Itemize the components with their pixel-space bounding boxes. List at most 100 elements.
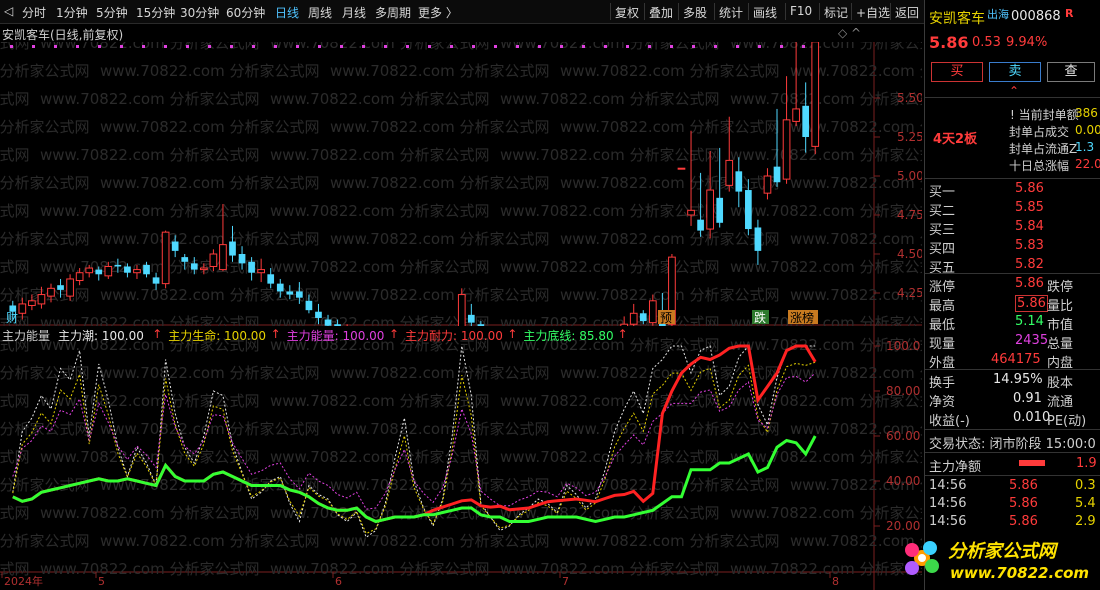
toolbar-tab-7[interactable]: 周线 bbox=[308, 4, 332, 21]
tick-price: 5.86 bbox=[1009, 496, 1038, 511]
background-watermark: www.70822.com 分析家公式网 bbox=[0, 392, 30, 410]
toolbar-button-5[interactable]: F10 bbox=[790, 4, 812, 18]
tick-time: 14:56 bbox=[929, 514, 967, 529]
background-watermark: www.70822.com 分析家公式网 bbox=[40, 314, 260, 326]
signal-dot bbox=[802, 45, 805, 48]
background-watermark: www.70822.com 分析家公式网 bbox=[560, 230, 780, 248]
toolbar-button-8[interactable]: 返回 bbox=[895, 4, 919, 21]
toolbar-button-6[interactable]: 标记 bbox=[824, 4, 848, 21]
bid-level-label: 买二 bbox=[929, 204, 956, 219]
up-arrow-icon: ↑ bbox=[389, 327, 400, 341]
price-axis-label: 5.25 bbox=[897, 130, 922, 144]
signal-dot bbox=[340, 45, 343, 48]
toolbar-tab-2[interactable]: 5分钟 bbox=[96, 4, 128, 21]
candle-body bbox=[267, 274, 275, 284]
toolbar-tab-0[interactable]: 分时 bbox=[22, 4, 46, 21]
date-axis-label: 2024年 bbox=[4, 574, 43, 588]
background-watermark: www.70822.com 分析家公式网 bbox=[270, 202, 490, 220]
indicator-chart[interactable]: www.70822.com 分析家公式网 www.70822.com 分析家公式网… bbox=[0, 326, 922, 590]
tick-price: 5.86 bbox=[1009, 514, 1038, 529]
signal-dot bbox=[76, 45, 79, 48]
signal-dot bbox=[54, 45, 57, 48]
background-watermark: www.70822.com 分析家公式网 bbox=[500, 42, 720, 52]
background-watermark: www.70822.com 分析家公式网 bbox=[560, 532, 780, 550]
tick-volume: 5.4 bbox=[1075, 496, 1096, 511]
background-watermark: www.70822.com 分析家公式网 bbox=[0, 420, 90, 438]
price-change: 0.53 bbox=[972, 35, 1001, 50]
up-arrow-icon: ↑ bbox=[270, 327, 281, 341]
view-button[interactable]: 查 bbox=[1047, 62, 1095, 82]
toolbar-tab-4[interactable]: 30分钟 bbox=[180, 4, 219, 21]
candlestick-chart[interactable]: www.70822.com 分析家公式网 www.70822.com 分析家公式网… bbox=[0, 42, 922, 326]
stat-value: 5.86 bbox=[1015, 276, 1044, 291]
main-flow-value: 1.9 bbox=[1076, 456, 1097, 471]
background-watermark: www.70822.com 分析家公式网 bbox=[100, 364, 320, 382]
candle-body bbox=[37, 294, 46, 305]
tick-time: 14:56 bbox=[929, 478, 967, 493]
buy-button[interactable]: 买 bbox=[931, 62, 983, 82]
signal-dot bbox=[516, 45, 519, 48]
background-watermark: www.70822.com 分析家公式网 bbox=[0, 118, 90, 136]
toolbar-tab-1[interactable]: 1分钟 bbox=[56, 4, 88, 21]
background-watermark: www.70822.com 分析家公式网 bbox=[730, 146, 922, 164]
toolbar-tab-3[interactable]: 15分钟 bbox=[136, 4, 175, 21]
toolbar-button-2[interactable]: 多股 bbox=[683, 4, 707, 21]
background-watermark: www.70822.com 分析家公式网 bbox=[730, 90, 922, 108]
candle-body bbox=[199, 267, 208, 271]
seal-info-label: 封单占成交 bbox=[1009, 125, 1070, 139]
background-watermark: www.70822.com 分析家公式网 bbox=[560, 118, 780, 136]
background-watermark: www.70822.com 分析家公式网 bbox=[0, 532, 90, 550]
toolbar-tab-5[interactable]: 60分钟 bbox=[226, 4, 265, 21]
background-watermark: www.70822.com 分析家公式网 bbox=[330, 230, 550, 248]
board-count: 4天2板 bbox=[933, 132, 978, 147]
indicator-axis-label: 100.0 bbox=[886, 339, 920, 353]
signal-dot bbox=[626, 45, 629, 48]
toolbar-button-3[interactable]: 统计 bbox=[719, 4, 743, 21]
indicator-value-3: 主力耐力: 100.00 bbox=[405, 329, 503, 343]
background-watermark: www.70822.com 分析家公式网 bbox=[100, 62, 320, 80]
candle-body bbox=[133, 269, 141, 274]
toolbar-tab-6[interactable]: 日线 bbox=[275, 4, 299, 21]
candle-body bbox=[57, 285, 64, 290]
stat-label: 现量 bbox=[929, 337, 956, 352]
indicator-title: 主力能量 bbox=[2, 329, 51, 343]
candle-body bbox=[209, 253, 218, 267]
toolbar-tab-10[interactable]: 更多 〉 bbox=[418, 4, 458, 21]
toolbar-tab-9[interactable]: 多周期 bbox=[375, 4, 411, 21]
chart-title: 安凯客车(日线,前复权) bbox=[2, 28, 124, 42]
background-watermark: www.70822.com 分析家公式网 bbox=[790, 230, 922, 248]
background-watermark: www.70822.com 分析家公式网 bbox=[0, 90, 30, 108]
signal-dot bbox=[98, 45, 101, 48]
tick-volume: 0.3 bbox=[1075, 478, 1096, 493]
background-watermark: www.70822.com 分析家公式网 bbox=[40, 448, 260, 466]
candle-body bbox=[238, 254, 246, 264]
chart-corner-icons[interactable]: ◇ ^ bbox=[838, 26, 861, 40]
toolbar-button-1[interactable]: 叠加 bbox=[649, 4, 673, 21]
background-watermark: www.70822.com 分析家公式网 bbox=[270, 258, 490, 276]
tick-time: 14:56 bbox=[929, 496, 967, 511]
candle-body bbox=[75, 272, 84, 282]
signal-dot bbox=[560, 45, 563, 48]
candle-body bbox=[124, 266, 131, 273]
price-axis-label: 5.00 bbox=[897, 169, 922, 183]
price-axis-label: 4.75 bbox=[897, 208, 922, 222]
seal-info-label: 封单占流通Z bbox=[1009, 142, 1078, 156]
candle-body bbox=[95, 269, 103, 275]
background-watermark: www.70822.com 分析家公式网 bbox=[270, 560, 490, 578]
date-axis-label: 5 bbox=[98, 575, 105, 588]
toolbar-button-7[interactable]: +自选 bbox=[856, 4, 890, 21]
candle-body bbox=[161, 231, 170, 285]
price-axis-label: 4.25 bbox=[897, 286, 922, 300]
sell-button[interactable]: 卖 bbox=[989, 62, 1041, 82]
collapse-icon[interactable]: ⌃ bbox=[1009, 84, 1019, 98]
back-arrow-icon[interactable]: ◁ bbox=[4, 4, 13, 18]
toolbar-button-0[interactable]: 复权 bbox=[615, 4, 639, 21]
signal-dot bbox=[362, 45, 365, 48]
candle-body bbox=[457, 294, 466, 326]
candle-body bbox=[171, 241, 179, 251]
background-watermark: www.70822.com 分析家公式网 bbox=[0, 504, 30, 522]
candle-body bbox=[152, 277, 160, 284]
toolbar-button-4[interactable]: 画线 bbox=[753, 4, 777, 21]
toolbar-tab-8[interactable]: 月线 bbox=[342, 4, 366, 21]
background-watermark: www.70822.com 分析家公式网 bbox=[330, 420, 550, 438]
